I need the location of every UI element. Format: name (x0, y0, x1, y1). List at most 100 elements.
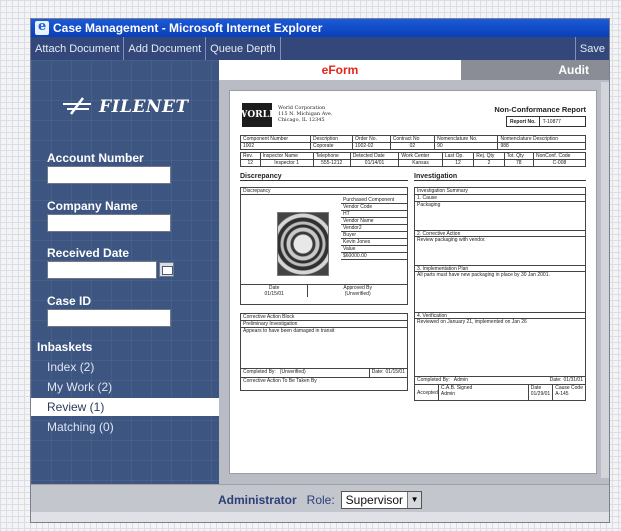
queue-depth-button[interactable]: Queue Depth (206, 37, 281, 60)
table-header-cell: Rev. (240, 152, 261, 160)
corrective-action-taken-by: Corrective Action To Be Taken By (241, 377, 407, 384)
buyer-label: Buyer (341, 232, 407, 239)
table-header-cell: Nomenclature No. (434, 135, 499, 143)
inbasket-matching[interactable]: Matching (0) (31, 418, 219, 436)
tab-audit[interactable]: Audit (461, 60, 609, 80)
report-number-box: Report No. T-10877 (506, 116, 586, 127)
table-row: 12 Inspector 1 555-1212 01/14/01 Kansas … (240, 159, 587, 167)
table-cell: 988 (497, 142, 586, 150)
cab-signed-value: Admin (440, 391, 456, 397)
cause-code-value: A-145 (555, 391, 569, 397)
corrective-text: Review packaging with vendor. (417, 237, 486, 243)
toolbar: Attach Document Add Document Queue Depth… (31, 37, 609, 60)
table-cell: 555-1212 (312, 159, 351, 167)
vertical-scrollbar[interactable] (601, 82, 609, 478)
date-value: 01/15/01 (264, 291, 284, 297)
add-document-button[interactable]: Add Document (124, 37, 207, 60)
case-id-input[interactable] (47, 309, 171, 327)
table-header-cell: Tot. Qty (503, 152, 534, 160)
verification-label: 4. Verification (415, 312, 585, 319)
discrepancy-heading: Discrepancy (240, 173, 408, 181)
value-amount: $60000.00 (341, 253, 407, 260)
completed-value: (Unverified) (279, 369, 306, 375)
company-name-input[interactable] (47, 214, 171, 232)
tab-eform[interactable]: eForm (219, 60, 461, 80)
table-header-cell: Description (310, 135, 354, 143)
save-button[interactable]: Save (574, 37, 609, 60)
status-strip (31, 512, 609, 522)
table-cell: 78 (503, 159, 534, 167)
table-cell: 12 (441, 159, 475, 167)
table-row: 1002 Coporate 1002-02 02 90 988 (239, 142, 586, 150)
case-id-label: Case ID (47, 294, 92, 308)
browser-window: Case Management - Microsoft Internet Exp… (30, 18, 610, 523)
cause-label: 1. Cause (415, 195, 585, 202)
inv-completed-label: Completed By: (417, 377, 450, 383)
main-content: eForm Audit WORLD World Corporation 115 … (219, 60, 609, 484)
filenet-swoosh-icon (63, 97, 91, 115)
logo-text: FILENET (99, 97, 189, 117)
approved-block: Approved By (Unverified) (307, 284, 407, 297)
discrepancy-box: Discrepancy Purchased Component Vendor C… (240, 187, 408, 305)
company-address: World Corporation 115 N. Michigan Ave. C… (278, 105, 332, 123)
table-header-cell: Telephone (312, 152, 351, 160)
inbasket-index[interactable]: Index (2) (31, 358, 219, 376)
table-header-cell: Contract No (389, 135, 436, 143)
calendar-icon[interactable] (159, 262, 174, 277)
table-cell: 1002 (239, 142, 312, 150)
implementation-text: All parts must have new packaging in pla… (417, 272, 550, 278)
approved-value: (Unverified) (344, 291, 371, 297)
internet-explorer-icon (35, 19, 49, 35)
inspection-table: Rev. Inspector Name Telephone Detected D… (240, 152, 587, 167)
report-number-value: T-10877 (542, 118, 561, 125)
role-select[interactable]: Supervisor ▼ (340, 490, 423, 509)
current-user: Administrator (217, 492, 297, 507)
corrective-action-block: Corrective Action Block Preliminary Inve… (240, 313, 408, 391)
preliminary-text: Appears to have been damaged in transit (243, 328, 335, 334)
inbasket-review[interactable]: Review (1) (31, 398, 219, 416)
corrective-label: 2. Corrective Action (415, 230, 585, 237)
title-bar: Case Management - Microsoft Internet Exp… (31, 19, 609, 37)
inbasket-my-work[interactable]: My Work (2) (31, 378, 219, 396)
eform-document: WORLD World Corporation 115 N. Michigan … (229, 90, 597, 474)
date-block: Date 01/15/01 (241, 284, 308, 297)
report-number-label: Report No. (507, 117, 540, 126)
component-table: Component Number Description Order No. C… (239, 135, 586, 150)
role-select-value: Supervisor (345, 492, 404, 507)
buyer-value: Kevin Jones (341, 239, 407, 246)
part-photo (277, 212, 329, 276)
table-cell: Coporate (310, 142, 354, 150)
account-number-input[interactable] (47, 166, 171, 184)
table-header-cell: Detected Date (349, 152, 400, 160)
investigation-heading: Investigation (414, 173, 586, 181)
vendor-name-value: Vendor2 (341, 225, 407, 232)
table-cell: 90 (434, 142, 499, 150)
investigation-box: Investigation Summary 1. Cause Packaging… (414, 187, 586, 401)
company-name-label: Company Name (47, 199, 138, 213)
completed-row: Completed By: (Unverified) Date: 01/15/0… (241, 368, 407, 377)
table-header-cell: Component Number (239, 135, 312, 143)
table-cell: Kansas (398, 159, 443, 167)
inv-completed-value: Admin (453, 377, 468, 383)
received-date-label: Received Date (47, 246, 130, 260)
account-number-label: Account Number (47, 151, 144, 165)
table-header-cell: Last Op. (441, 152, 475, 160)
address-line-2: Chicago, IL 12345 (278, 117, 325, 123)
cause-code-block: Cause Code A-145 (553, 385, 585, 400)
table-row: Component Number Description Order No. C… (239, 135, 586, 143)
purchased-component-label: Purchased Component (341, 197, 407, 204)
footer-bar: Administrator Role: Supervisor ▼ (31, 484, 609, 514)
discrepancy-box-title: Discrepancy (241, 188, 407, 195)
attach-document-button[interactable]: Attach Document (31, 37, 125, 60)
chevron-down-icon[interactable]: ▼ (407, 491, 422, 508)
inv-date-value: 01/31/01 (563, 377, 583, 383)
inv-date-label: Date: (549, 377, 562, 383)
company-logo: WORLD (237, 103, 277, 127)
table-header-cell: Work Center (398, 152, 443, 160)
value-label: Value (341, 246, 407, 253)
filenet-logo: FILENET (61, 90, 189, 124)
report-title: Non-Conformance Report (494, 105, 586, 114)
window-title: Case Management - Microsoft Internet Exp… (53, 21, 323, 35)
received-date-input[interactable] (47, 261, 157, 279)
